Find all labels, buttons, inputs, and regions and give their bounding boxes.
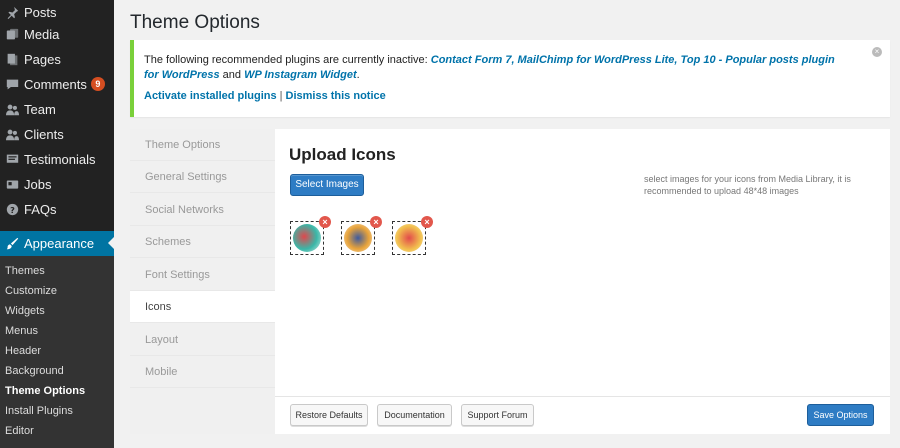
sidebar-item-testimonials[interactable]: Testimonials [0,147,114,171]
sidebar-item-label: Appearance [24,236,95,251]
select-images-button[interactable]: Select Images [290,174,364,196]
icon-thumbnail[interactable]: × [341,216,382,255]
submenu-item-customize[interactable]: Customize [5,282,57,300]
sidebar-item-media[interactable]: Media [0,22,114,46]
sidebar-item-label: Media [24,26,60,42]
sidebar-item-label: Testimonials [24,151,96,167]
notice-text: The following recommended plugins are cu… [144,54,431,66]
submenu-item-background[interactable]: Background [5,362,64,380]
sidebar-item-clients[interactable]: Clients [0,122,114,146]
icon-thumbnail[interactable]: × [290,216,331,255]
tab-social-networks[interactable]: Social Networks [130,194,275,226]
icon-image [293,224,321,252]
submenu-item-themes[interactable]: Themes [5,262,45,280]
sidebar-item-posts[interactable]: Posts [0,0,114,24]
section-title: Upload Icons [289,145,396,164]
options-panel: Theme Options General Settings Social Ne… [130,129,890,434]
pages-icon [5,52,19,66]
notice-and: and [219,69,245,81]
tab-general-settings[interactable]: General Settings [130,161,275,193]
submenu-item-theme-options[interactable]: Theme Options [5,382,85,400]
testimonials-icon [5,152,19,166]
sidebar-item-label: Jobs [24,176,52,192]
admin-sidebar: Posts Media Pages Comments 9 Team Client… [0,0,114,448]
documentation-button[interactable]: Documentation [377,404,452,426]
delete-icon[interactable]: × [319,216,331,228]
options-nav: Theme Options General Settings Social Ne… [130,129,275,434]
close-icon[interactable]: × [872,47,882,57]
sidebar-item-appearance[interactable]: Appearance [0,231,114,256]
plugin-link-instagram[interactable]: WP Instagram Widget [244,69,357,81]
icon-image [344,224,372,252]
sidebar-item-jobs[interactable]: Jobs [0,172,114,196]
icon-image [395,224,423,252]
svg-text:?: ? [10,204,15,214]
sidebar-item-label: Posts [24,4,57,20]
dismiss-notice-link[interactable]: Dismiss this notice [286,90,386,102]
tab-font-settings[interactable]: Font Settings [130,259,275,291]
support-forum-button[interactable]: Support Forum [461,404,534,426]
sidebar-item-label: Comments [24,76,87,92]
plugin-notice: The following recommended plugins are cu… [130,40,890,117]
brush-icon [5,237,19,251]
sidebar-item-label: FAQs [24,201,57,217]
sidebar-item-label: Team [24,101,56,117]
activate-plugins-link[interactable]: Activate installed plugins [144,90,277,102]
save-options-button[interactable]: Save Options [807,404,874,426]
delete-icon[interactable]: × [370,216,382,228]
tab-icons[interactable]: Icons [130,291,275,323]
comments-icon [5,77,19,91]
tab-theme-options[interactable]: Theme Options [130,129,275,161]
tab-schemes[interactable]: Schemes [130,226,275,258]
jobs-icon [5,177,19,191]
sidebar-item-team[interactable]: Team [0,97,114,121]
restore-defaults-button[interactable]: Restore Defaults [290,404,368,426]
submenu-item-editor[interactable]: Editor [5,422,34,440]
tab-layout[interactable]: Layout [130,324,275,356]
clients-icon [5,127,19,141]
icon-thumbnail[interactable]: × [392,216,433,255]
notice-separator: | [279,90,283,102]
notice-message: The following recommended plugins are cu… [144,53,844,83]
submenu-item-header[interactable]: Header [5,342,41,360]
team-icon [5,102,19,116]
sidebar-item-comments[interactable]: Comments 9 [0,72,114,96]
faqs-icon: ? [5,202,19,216]
sidebar-item-pages[interactable]: Pages [0,47,114,71]
sidebar-item-label: Pages [24,51,61,67]
sidebar-item-faqs[interactable]: ? FAQs [0,197,114,221]
options-footer: Restore Defaults Documentation Support F… [275,396,890,434]
media-icon [5,27,19,41]
pin-icon [5,5,19,19]
appearance-submenu: Themes Customize Widgets Menus Header Ba… [0,256,114,448]
page-title: Theme Options [130,12,260,33]
submenu-item-install-plugins[interactable]: Install Plugins [5,402,73,420]
submenu-item-menus[interactable]: Menus [5,322,38,340]
delete-icon[interactable]: × [421,216,433,228]
tab-mobile[interactable]: Mobile [130,356,275,388]
notice-period: . [356,69,360,81]
upload-hint: select images for your icons from Media … [644,174,851,196]
notice-actions: Activate installed plugins | Dismiss this … [144,90,386,102]
submenu-item-widgets[interactable]: Widgets [5,302,45,320]
sidebar-item-label: Clients [24,126,64,142]
comments-count-badge: 9 [90,77,105,91]
